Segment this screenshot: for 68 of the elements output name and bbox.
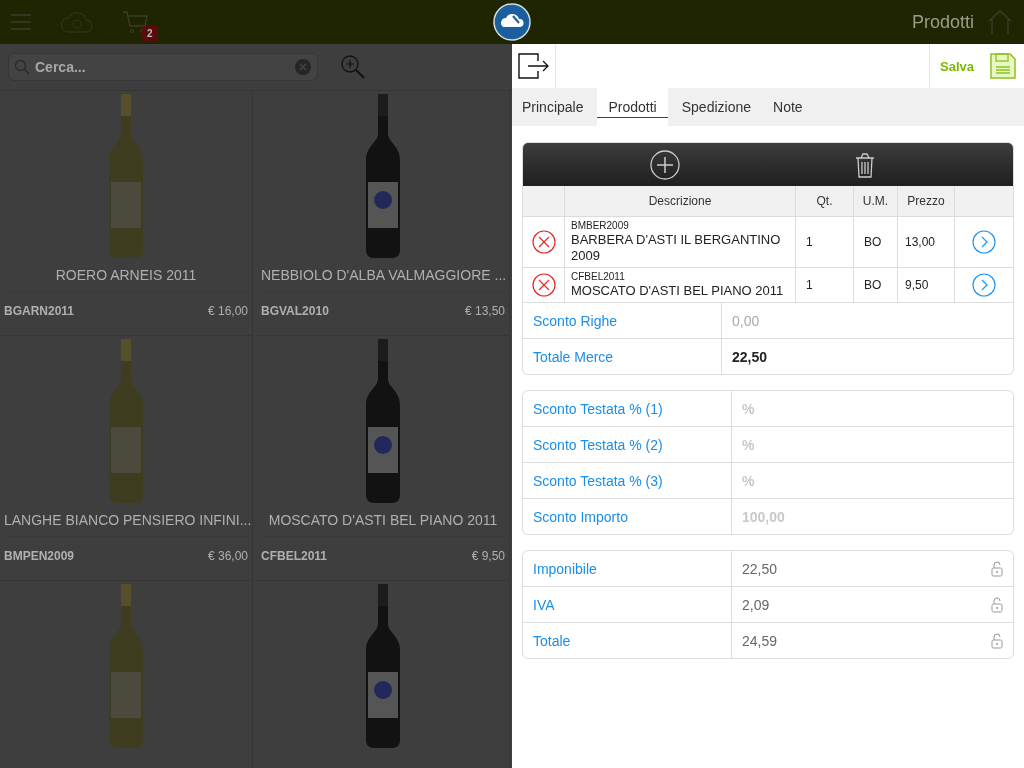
- product-name: ROERO ARNEIS 2011: [4, 261, 248, 292]
- remove-icon[interactable]: [531, 273, 556, 297]
- field-label: Sconto Testata % (2): [523, 427, 732, 462]
- product-code: BGARN2011: [4, 304, 75, 318]
- search-icon: [14, 59, 30, 75]
- product-code: BGVAL2010: [261, 304, 329, 318]
- floppy-icon[interactable]: [990, 53, 1016, 79]
- quantity-cell: 1: [796, 217, 854, 267]
- zoom-in-icon[interactable]: [340, 54, 366, 80]
- input-field[interactable]: %: [732, 462, 1013, 499]
- unit-cell: BO: [854, 217, 898, 267]
- product-code: BMPEN2009: [4, 549, 75, 563]
- product-card[interactable]: LANGHE BIANCO PENSIERO INFINI... BMPEN2009 € 36,00: [0, 336, 253, 581]
- input-field[interactable]: %: [732, 426, 1013, 463]
- field-label: Sconto Testata % (3): [523, 463, 732, 498]
- product-price: € 13,50: [464, 304, 505, 318]
- search-field[interactable]: Cerca...: [8, 53, 318, 81]
- add-icon[interactable]: [650, 149, 680, 180]
- product-description: BARBERA D'ASTI IL BERGANTINO 2009: [571, 232, 782, 264]
- price-cell: 13,00: [898, 217, 955, 267]
- column-header: Qt.: [796, 186, 854, 216]
- field-value: 22,50: [741, 560, 779, 577]
- field-label: Sconto Testata % (1): [523, 391, 732, 426]
- menu-icon[interactable]: [10, 12, 32, 32]
- field-label: Sconto Righe: [523, 303, 722, 338]
- product-card[interactable]: NEBBIOLO D'ALBA VALMAGGIORE ... BGVAL2010 € 13,50: [257, 91, 510, 336]
- product-price: € 9,50: [471, 549, 505, 563]
- tab[interactable]: Principale: [514, 88, 592, 126]
- column-header: Prezzo: [898, 186, 955, 216]
- field-value: 22,50: [731, 348, 769, 365]
- column-header: Descrizione: [565, 186, 796, 216]
- product-name: NEBBIOLO D'ALBA VALMAGGIORE ...: [261, 261, 505, 292]
- field-label: Sconto Importo: [523, 499, 732, 534]
- unit-cell: BO: [854, 268, 898, 302]
- product-card[interactable]: ROERO ARNEIS 2011 BGARN2011 € 16,00: [0, 91, 253, 336]
- chevron-right-icon[interactable]: [972, 273, 996, 297]
- column-header: U.M.: [854, 186, 898, 216]
- product-card[interactable]: MOSCATO D'ASTI BEL PIANO 2011 CFBEL2011 € 9,50: [257, 336, 510, 581]
- home-icon[interactable]: [986, 9, 1014, 35]
- field-label: IVA: [523, 587, 732, 622]
- tab[interactable]: Spedizione: [673, 88, 759, 126]
- product-code: BMBER2009: [571, 220, 629, 231]
- exit-icon: [517, 53, 550, 79]
- field-label: Imponibile: [523, 551, 732, 586]
- tab[interactable]: Note: [765, 88, 811, 126]
- input-field[interactable]: %: [732, 391, 1013, 427]
- field-label: Totale Merce: [523, 339, 722, 374]
- remove-icon[interactable]: [531, 230, 556, 254]
- field-value: 2,09: [741, 596, 771, 613]
- product-code: CFBEL2011: [261, 549, 328, 563]
- product-price: € 16,00: [207, 304, 248, 318]
- field-value: 24,59: [741, 632, 779, 649]
- page-title: Prodotti: [911, 11, 974, 33]
- chevron-right-icon[interactable]: [972, 230, 996, 254]
- clear-icon[interactable]: [295, 59, 311, 75]
- field-label: Totale: [523, 623, 732, 658]
- field-value: 0,00: [731, 312, 761, 329]
- product-name: LANGHE BIANCO PENSIERO INFINI...: [4, 506, 248, 537]
- tab[interactable]: Prodotti: [597, 88, 668, 126]
- product-price: € 36,00: [207, 549, 248, 563]
- product-code: CFBEL2011: [571, 271, 625, 282]
- product-name: MOSCATO D'ASTI BEL PIANO 2011: [261, 506, 505, 537]
- quantity-cell: 1: [796, 268, 854, 302]
- product-description: MOSCATO D'ASTI BEL PIANO 2011: [571, 283, 784, 299]
- price-cell: 9,50: [898, 268, 955, 302]
- trash-icon[interactable]: [854, 151, 876, 178]
- cart-count-badge: 2: [142, 26, 158, 41]
- logo-icon: [493, 3, 531, 41]
